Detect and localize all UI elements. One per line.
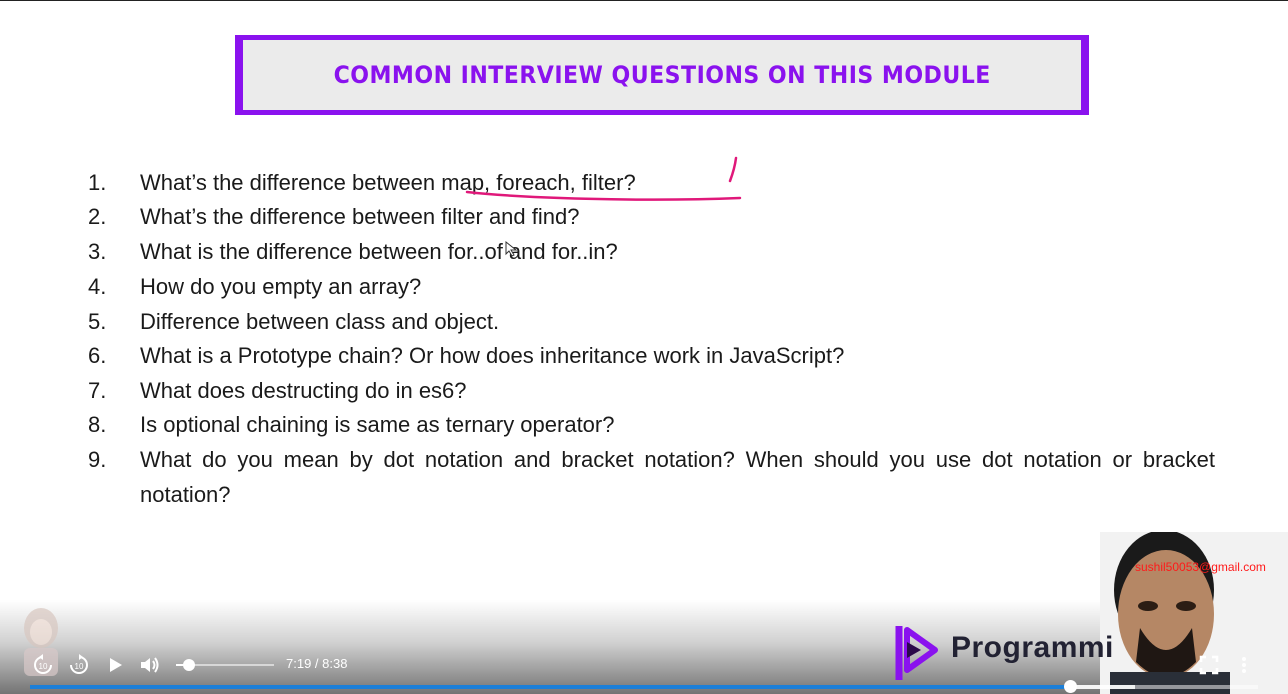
window-top-border	[0, 0, 1288, 1]
fullscreen-button[interactable]	[1198, 654, 1220, 676]
item-number: 6.	[88, 343, 107, 368]
item-number: 2.	[88, 204, 107, 229]
item-number: 1.	[88, 170, 107, 195]
rewind-seconds: 10	[39, 662, 48, 671]
item-text: Difference between class and object.	[140, 309, 500, 334]
item-text: How do you empty an array?	[140, 274, 422, 299]
item-text: What do you mean by dot notation and bra…	[140, 447, 1215, 507]
item-number: 4.	[88, 274, 107, 299]
played-bar	[30, 685, 1070, 689]
slide-title: COMMON INTERVIEW QUESTIONS ON THIS MODUL…	[333, 61, 991, 89]
volume-button[interactable]	[138, 654, 162, 676]
item-text: What does destructing do in es6?	[140, 378, 467, 403]
item-number: 5.	[88, 309, 107, 334]
seek-bar[interactable]	[30, 680, 1258, 693]
item-text: What is the difference between for..of a…	[140, 239, 618, 264]
seek-handle[interactable]	[1063, 680, 1077, 693]
cursor-icon	[505, 240, 518, 257]
volume-slider[interactable]	[176, 659, 274, 671]
item-number: 8.	[88, 412, 107, 437]
time-display: 7:19 / 8:38	[286, 656, 348, 671]
forward-button[interactable]: 10	[66, 652, 92, 678]
forward-icon: 10	[70, 654, 88, 674]
title-banner: COMMON INTERVIEW QUESTIONS ON THIS MODUL…	[235, 35, 1089, 115]
fullscreen-icon	[1199, 655, 1219, 675]
play-icon	[110, 658, 122, 672]
item-number: 9.	[88, 447, 107, 472]
more-options-button[interactable]	[1234, 654, 1254, 676]
item-text: Is optional chaining is same as ternary …	[140, 412, 615, 437]
forward-seconds: 10	[75, 662, 84, 671]
rewind-button[interactable]: 10	[30, 652, 56, 678]
item-text: What’s the difference between map, forea…	[140, 170, 636, 195]
volume-icon	[141, 657, 159, 673]
item-number: 3.	[88, 239, 107, 264]
volume-handle[interactable]	[182, 659, 195, 671]
item-number: 7.	[88, 378, 107, 403]
watermark-email: sushil50053@gmail.com	[1135, 560, 1266, 574]
play-button[interactable]	[104, 654, 126, 676]
rewind-icon: 10	[34, 654, 52, 674]
item-text: What’s the difference between filter and…	[140, 204, 580, 229]
item-text: What is a Prototype chain? Or how does i…	[140, 343, 845, 368]
more-vertical-icon	[1242, 657, 1246, 673]
player-controls: 10 10 7:19 / 8:38	[0, 648, 1288, 682]
